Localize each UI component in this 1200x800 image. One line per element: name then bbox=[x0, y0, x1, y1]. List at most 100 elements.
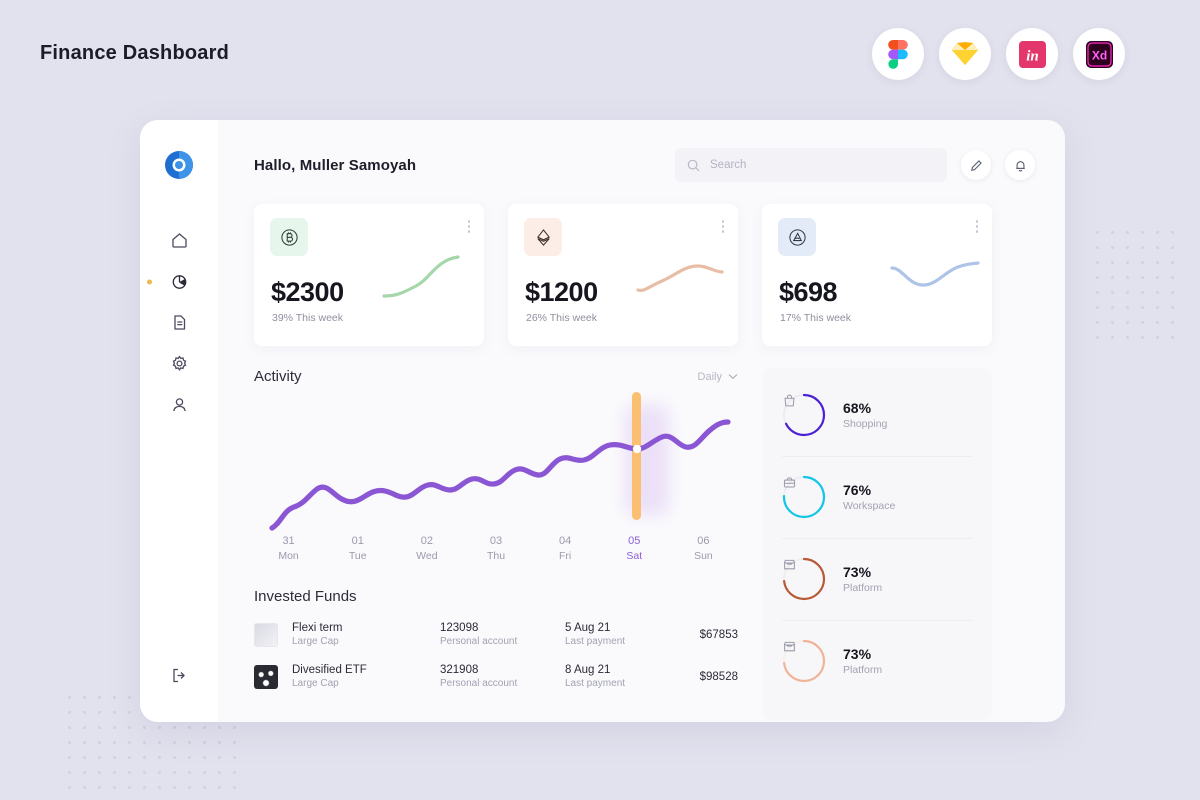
fund-name-cell: Divesified ETF Large Cap bbox=[292, 664, 440, 689]
search-input[interactable] bbox=[710, 159, 935, 171]
progress-ring bbox=[782, 393, 826, 437]
sparkline bbox=[890, 261, 980, 287]
sparkline bbox=[636, 264, 724, 292]
bell-icon bbox=[1015, 160, 1025, 172]
activity-filter-dropdown[interactable]: Daily bbox=[698, 371, 738, 383]
category-percent: 73% bbox=[843, 564, 872, 580]
stat-card-icon-wrap bbox=[270, 218, 308, 256]
edit-button[interactable] bbox=[961, 150, 991, 180]
category-column: 68% Shopping 76% Workspace 73% Platform … bbox=[762, 368, 992, 720]
fund-account-label: Personal account bbox=[440, 678, 518, 689]
card-menu-button[interactable] bbox=[721, 220, 724, 235]
invested-funds-title: Invested Funds bbox=[254, 588, 357, 605]
progress-ring bbox=[782, 557, 826, 601]
activity-header: Activity Daily bbox=[254, 368, 738, 385]
app-header: Hallo, Muller Samoyah bbox=[254, 148, 1035, 182]
stat-card-amount: $1200 bbox=[525, 277, 598, 307]
category-row-platform-2[interactable]: 73% Platform bbox=[762, 620, 992, 702]
content-row: Activity Daily 31 Mon 01 Tue 02 Wed 03 T… bbox=[254, 368, 1035, 720]
document-icon bbox=[173, 315, 185, 330]
bitcoin-icon bbox=[280, 228, 298, 246]
store-icon bbox=[782, 639, 826, 683]
sidebar-item-analytics[interactable] bbox=[153, 261, 205, 302]
category-text: 76% Workspace bbox=[843, 482, 895, 512]
svg-text:in: in bbox=[1026, 48, 1039, 64]
progress-ring bbox=[782, 475, 826, 519]
invision-icon: in bbox=[1018, 40, 1046, 68]
search-icon bbox=[687, 159, 700, 171]
card-menu-button[interactable] bbox=[467, 220, 470, 235]
stat-card-subtitle: 17% This week bbox=[780, 312, 852, 324]
adobe-xd-icon: Xd bbox=[1085, 40, 1113, 68]
sparkline bbox=[382, 255, 460, 298]
chart-marker-glow bbox=[625, 405, 669, 515]
chart-active-point bbox=[632, 444, 642, 454]
svg-text:Xd: Xd bbox=[1091, 48, 1106, 62]
category-row-shopping[interactable]: 68% Shopping bbox=[762, 374, 992, 456]
axis-weekday: Thu bbox=[486, 550, 506, 562]
card-menu-button[interactable] bbox=[975, 220, 978, 235]
sidebar-item-home[interactable] bbox=[153, 220, 205, 261]
fund-amount: $98528 bbox=[699, 670, 738, 683]
category-label: Platform bbox=[843, 664, 883, 676]
sketch-icon bbox=[952, 42, 978, 65]
app-logo[interactable] bbox=[164, 150, 194, 180]
activity-line-chart bbox=[269, 392, 731, 531]
category-text: 73% Platform bbox=[843, 564, 882, 594]
briefcase-icon bbox=[782, 475, 826, 519]
sidebar-item-settings[interactable] bbox=[153, 343, 205, 384]
table-row[interactable]: Flexi term Large Cap 123098 Personal acc… bbox=[254, 622, 738, 647]
shopping-bag-icon bbox=[782, 393, 826, 437]
category-row-workspace[interactable]: 76% Workspace bbox=[762, 456, 992, 538]
stat-card-subtitle: 26% This week bbox=[526, 312, 598, 324]
category-percent: 76% bbox=[843, 482, 872, 498]
adobe-xd-badge[interactable]: Xd bbox=[1073, 28, 1125, 80]
figma-badge[interactable] bbox=[872, 28, 924, 80]
category-text: 68% Shopping bbox=[843, 400, 887, 430]
fund-date: 5 Aug 21 bbox=[565, 622, 611, 634]
stat-card-ethereum[interactable]: $1200 26% This week bbox=[508, 204, 738, 346]
stat-card-token[interactable]: $698 17% This week bbox=[762, 204, 992, 346]
stat-card-subtitle: 39% This week bbox=[272, 312, 344, 324]
activity-title: Activity bbox=[254, 368, 302, 385]
page-title: Finance Dashboard bbox=[40, 42, 229, 64]
progress-ring bbox=[782, 639, 826, 683]
greeting-text: Hallo, Muller Samoyah bbox=[254, 156, 417, 174]
fund-account-number: 321908 bbox=[440, 664, 479, 676]
user-icon bbox=[172, 398, 186, 412]
stat-card-list: $2300 39% This week $1200 26% This week bbox=[254, 204, 1035, 346]
chart-vertical-marker bbox=[632, 392, 641, 520]
axis-weekday: Tue bbox=[348, 550, 367, 562]
fund-type: Large Cap bbox=[292, 678, 339, 689]
invision-badge[interactable]: in bbox=[1006, 28, 1058, 80]
fund-date: 8 Aug 21 bbox=[565, 664, 611, 676]
sidebar-item-profile[interactable] bbox=[153, 384, 205, 425]
fund-date-label: Last payment bbox=[565, 678, 626, 689]
fund-account-label: Personal account bbox=[440, 636, 518, 647]
fund-date-label: Last payment bbox=[565, 636, 626, 647]
search-box[interactable] bbox=[675, 148, 947, 182]
category-panel: 68% Shopping 76% Workspace 73% Platform … bbox=[762, 368, 992, 720]
pencil-icon bbox=[970, 159, 982, 171]
category-label: Workspace bbox=[843, 500, 896, 512]
sidebar bbox=[140, 120, 218, 722]
category-row-platform-1[interactable]: 73% Platform bbox=[762, 538, 992, 620]
sidebar-item-logout[interactable] bbox=[153, 655, 205, 696]
category-label: Platform bbox=[843, 582, 883, 594]
category-text: 73% Platform bbox=[843, 646, 882, 676]
axis-weekday: Sat bbox=[626, 550, 643, 562]
fund-amount: $67853 bbox=[699, 628, 738, 641]
tool-badge-list: in Xd bbox=[872, 28, 1125, 80]
fund-name-cell: Flexi term Large Cap bbox=[292, 622, 440, 647]
dashboard-window: Hallo, Muller Samoyah Search $2300 39% T… bbox=[140, 120, 1065, 722]
sidebar-item-documents[interactable] bbox=[153, 302, 205, 343]
sketch-badge[interactable] bbox=[939, 28, 991, 80]
stat-card-bitcoin[interactable]: $2300 39% This week bbox=[254, 204, 484, 346]
category-label: Shopping bbox=[843, 418, 888, 430]
fund-account-cell: 321908 Personal account bbox=[440, 664, 565, 689]
axis-weekday: Wed bbox=[416, 550, 438, 562]
axis-weekday: Fri bbox=[559, 550, 572, 562]
category-percent: 73% bbox=[843, 646, 872, 662]
notifications-button[interactable] bbox=[1005, 150, 1035, 180]
table-row[interactable]: Divesified ETF Large Cap 321908 Personal… bbox=[254, 664, 738, 689]
